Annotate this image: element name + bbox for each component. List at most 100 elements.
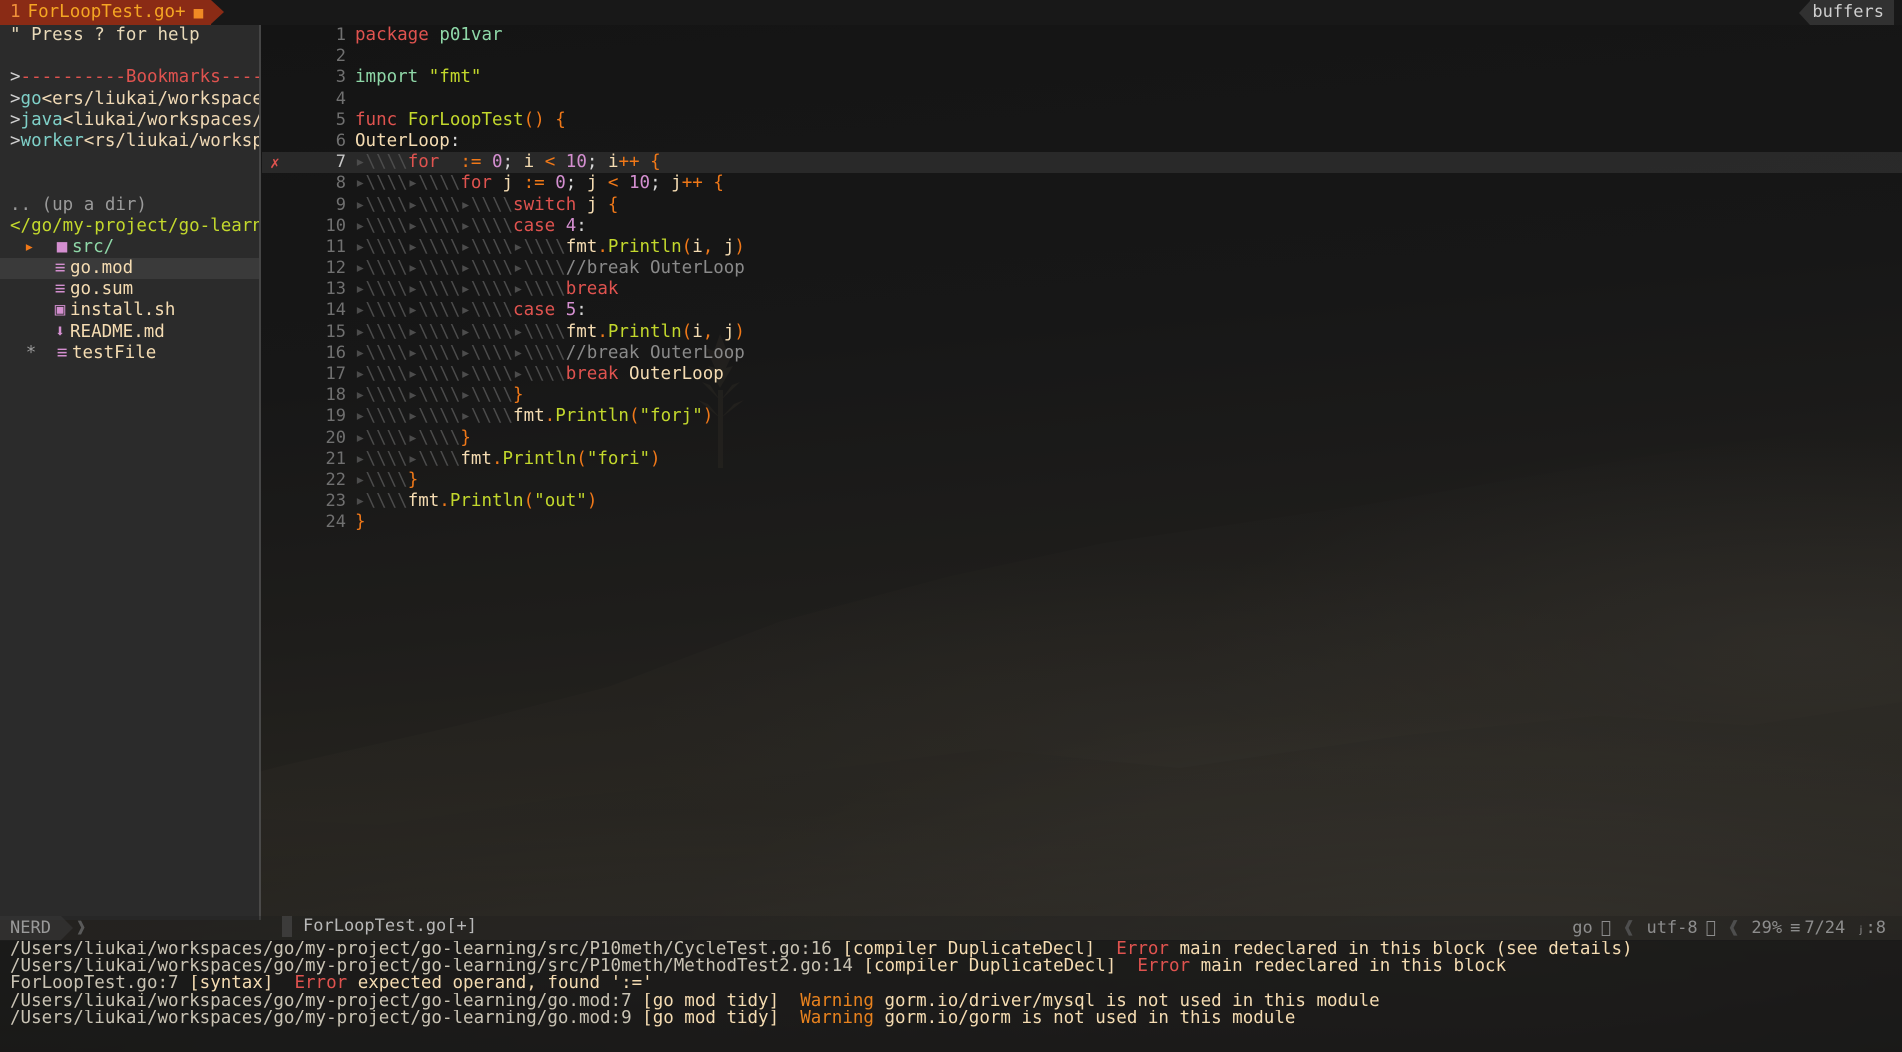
code-line[interactable]: 9▸\\\\▸\\\\▸\\\\switch j { [262,195,1902,216]
executable-marker-icon: * [24,343,38,364]
code-token: < [545,152,556,172]
code-line[interactable]: 24} [262,512,1902,533]
code-token: i [513,152,545,172]
code-token: { [555,110,566,130]
code-line[interactable]: ✗7▸\\\\for := 0; i < 10; i++ { [262,152,1902,173]
code-line[interactable]: 12▸\\\\▸\\\\▸\\\\▸\\\\//break OuterLoop [262,258,1902,279]
code-line[interactable]: 10▸\\\\▸\\\\▸\\\\case 4: [262,216,1902,237]
code-text: ▸\\\\▸\\\\▸\\\\▸\\\\break OuterLoop [355,364,724,385]
code-token: : [576,300,587,320]
code-token: ++ [682,173,703,193]
quickfix-diagnostics-list[interactable]: /Users/liukai/workspaces/go/my-project/g… [0,940,1902,1052]
code-line[interactable]: 6OuterLoop: [262,131,1902,152]
code-line[interactable]: 17▸\\\\▸\\\\▸\\\\▸\\\\break OuterLoop [262,364,1902,385]
code-token: 0 [555,173,566,193]
diagnostic-row[interactable]: /Users/liukai/workspaces/go/my-project/g… [0,1010,1902,1027]
code-line[interactable]: 21▸\\\\▸\\\\fmt.Println("fori") [262,449,1902,470]
code-token: func [355,110,397,130]
code-token: . [545,406,556,426]
code-token [597,195,608,215]
tree-node-go-sum[interactable]: ≡go.sum [0,279,259,300]
code-line[interactable]: 14▸\\\\▸\\\\▸\\\\case 5: [262,300,1902,321]
code-text: import "fmt" [355,67,481,88]
code-token: () [524,110,545,130]
tree-node-src[interactable]: ▸■src/ [0,237,259,258]
folder-icon: ■ [52,237,72,258]
code-line[interactable]: 16▸\\\\▸\\\\▸\\\\▸\\\\//break OuterLoop [262,343,1902,364]
code-line[interactable]: 2 [262,46,1902,67]
code-token: "fori" [587,449,650,469]
diagnostic-path: /Users/liukai/workspaces/go/my-project/g… [10,941,842,958]
tab-number: 1 [10,2,21,23]
code-line[interactable]: 13▸\\\\▸\\\\▸\\\\▸\\\\break [262,279,1902,300]
code-token: fmt [566,322,598,342]
chevron-left-icon: ❰ [1621,918,1636,939]
code-token: i [597,152,618,172]
statusline-nerdtree-label: NERD [0,916,61,941]
code-line[interactable]: 11▸\\\\▸\\\\▸\\\\▸\\\\fmt.Println(i, j) [262,237,1902,258]
tree-node-label: testFile [72,343,156,363]
bookmark-item-worker[interactable]: >worker<rs/liukai/workspaces [0,131,259,152]
line-number: 17 [302,364,355,385]
code-token: 10 [629,173,650,193]
code-line[interactable]: 4 [262,89,1902,110]
diagnostic-row[interactable]: /Users/liukai/workspaces/go/my-project/g… [0,993,1902,1010]
tree-node-readme-md[interactable]: ⬇README.md [0,322,259,343]
filetype-label: go [1572,918,1592,939]
code-line[interactable]: 5func ForLoopTest() { [262,110,1902,131]
statusline-filetype: go  [1562,916,1621,941]
code-token: { [713,173,724,193]
chevron-right-icon[interactable]: ▸ [24,237,38,258]
code-token [555,152,566,172]
code-line[interactable]: 19▸\\\\▸\\\\▸\\\\fmt.Println("forj") [262,406,1902,427]
code-token: for [460,173,492,193]
code-line[interactable]: 22▸\\\\} [262,470,1902,491]
tree-node-install-sh[interactable]: ▣install.sh [0,300,259,321]
statusline-right-section: go  ❰ utf-8  ❰ 29% ≡ 7/24 ⱼ :8 [1562,916,1902,941]
file-lines-icon: ≡ [50,279,70,300]
line-number: 10 [302,216,355,237]
diagnostic-path: /Users/liukai/workspaces/go/my-project/g… [10,958,863,975]
buffers-label[interactable]: buffers [1810,0,1894,25]
code-line[interactable]: 15▸\\\\▸\\\\▸\\\\▸\\\\fmt.Println(i, j) [262,322,1902,343]
diagnostic-row[interactable]: ForLoopTest.go:7 [syntax] Error expected… [0,975,1902,992]
code-token: i [692,237,703,257]
code-token: OuterLoop [355,131,450,151]
tab-forlooptest-go[interactable]: 1 ForLoopTest.go+ ■ [0,0,211,25]
code-token: Println [608,237,682,257]
code-line[interactable]: 18▸\\\\▸\\\\▸\\\\} [262,385,1902,406]
bookmark-item-go[interactable]: >go<ers/liukai/workspaces/go [0,89,259,110]
code-line[interactable]: 3import "fmt" [262,67,1902,88]
bookmarks-header-label: ----------Bookmarks---------- [21,67,259,87]
code-text: package p01var [355,25,503,46]
code-line[interactable]: 20▸\\\\▸\\\\} [262,428,1902,449]
nerdtree-sidebar[interactable]: " Press ? for help >----------Bookmarks-… [0,25,259,920]
code-token: ; [587,152,598,172]
line-number: 5 [302,110,355,131]
up-a-dir-item[interactable]: .. (up a dir) [0,195,259,216]
code-token: , [703,322,714,342]
code-token: ; [566,173,577,193]
tree-node-label: go.sum [70,279,133,299]
code-text: ▸\\\\▸\\\\for j := 0; j < 10; j++ { [355,173,724,194]
code-token: := [460,152,481,172]
code-editor-pane[interactable]: 1package p01var23import "fmt"45func ForL… [262,25,1902,920]
diagnostic-level-badge: Warning [800,1010,884,1027]
bookmark-caret-icon: > [10,131,21,151]
bookmark-item-java[interactable]: >java<liukai/workspaces/java [0,110,259,131]
code-token: 10 [566,152,587,172]
nerdtree-spacer [0,173,259,194]
code-token: fmt [566,237,598,257]
code-token: ) [587,491,598,511]
code-line[interactable]: 8▸\\\\▸\\\\for j := 0; j < 10; j++ { [262,173,1902,194]
code-text: ▸\\\\▸\\\\▸\\\\case 4: [355,216,587,237]
code-line[interactable]: 1package p01var [262,25,1902,46]
code-token [618,364,629,384]
diagnostic-row[interactable]: /Users/liukai/workspaces/go/my-project/g… [0,958,1902,975]
tree-root-path[interactable]: </go/my-project/go-learning/ [0,216,259,237]
code-line[interactable]: 23▸\\\\fmt.Println("out") [262,491,1902,512]
tree-node-testfile[interactable]: *≡testFile [0,343,259,364]
statusline-file-section: ForLoopTest.go[+] [274,916,477,937]
tree-node-go-mod[interactable]: ≡go.mod [0,258,259,279]
diagnostic-row[interactable]: /Users/liukai/workspaces/go/my-project/g… [0,941,1902,958]
